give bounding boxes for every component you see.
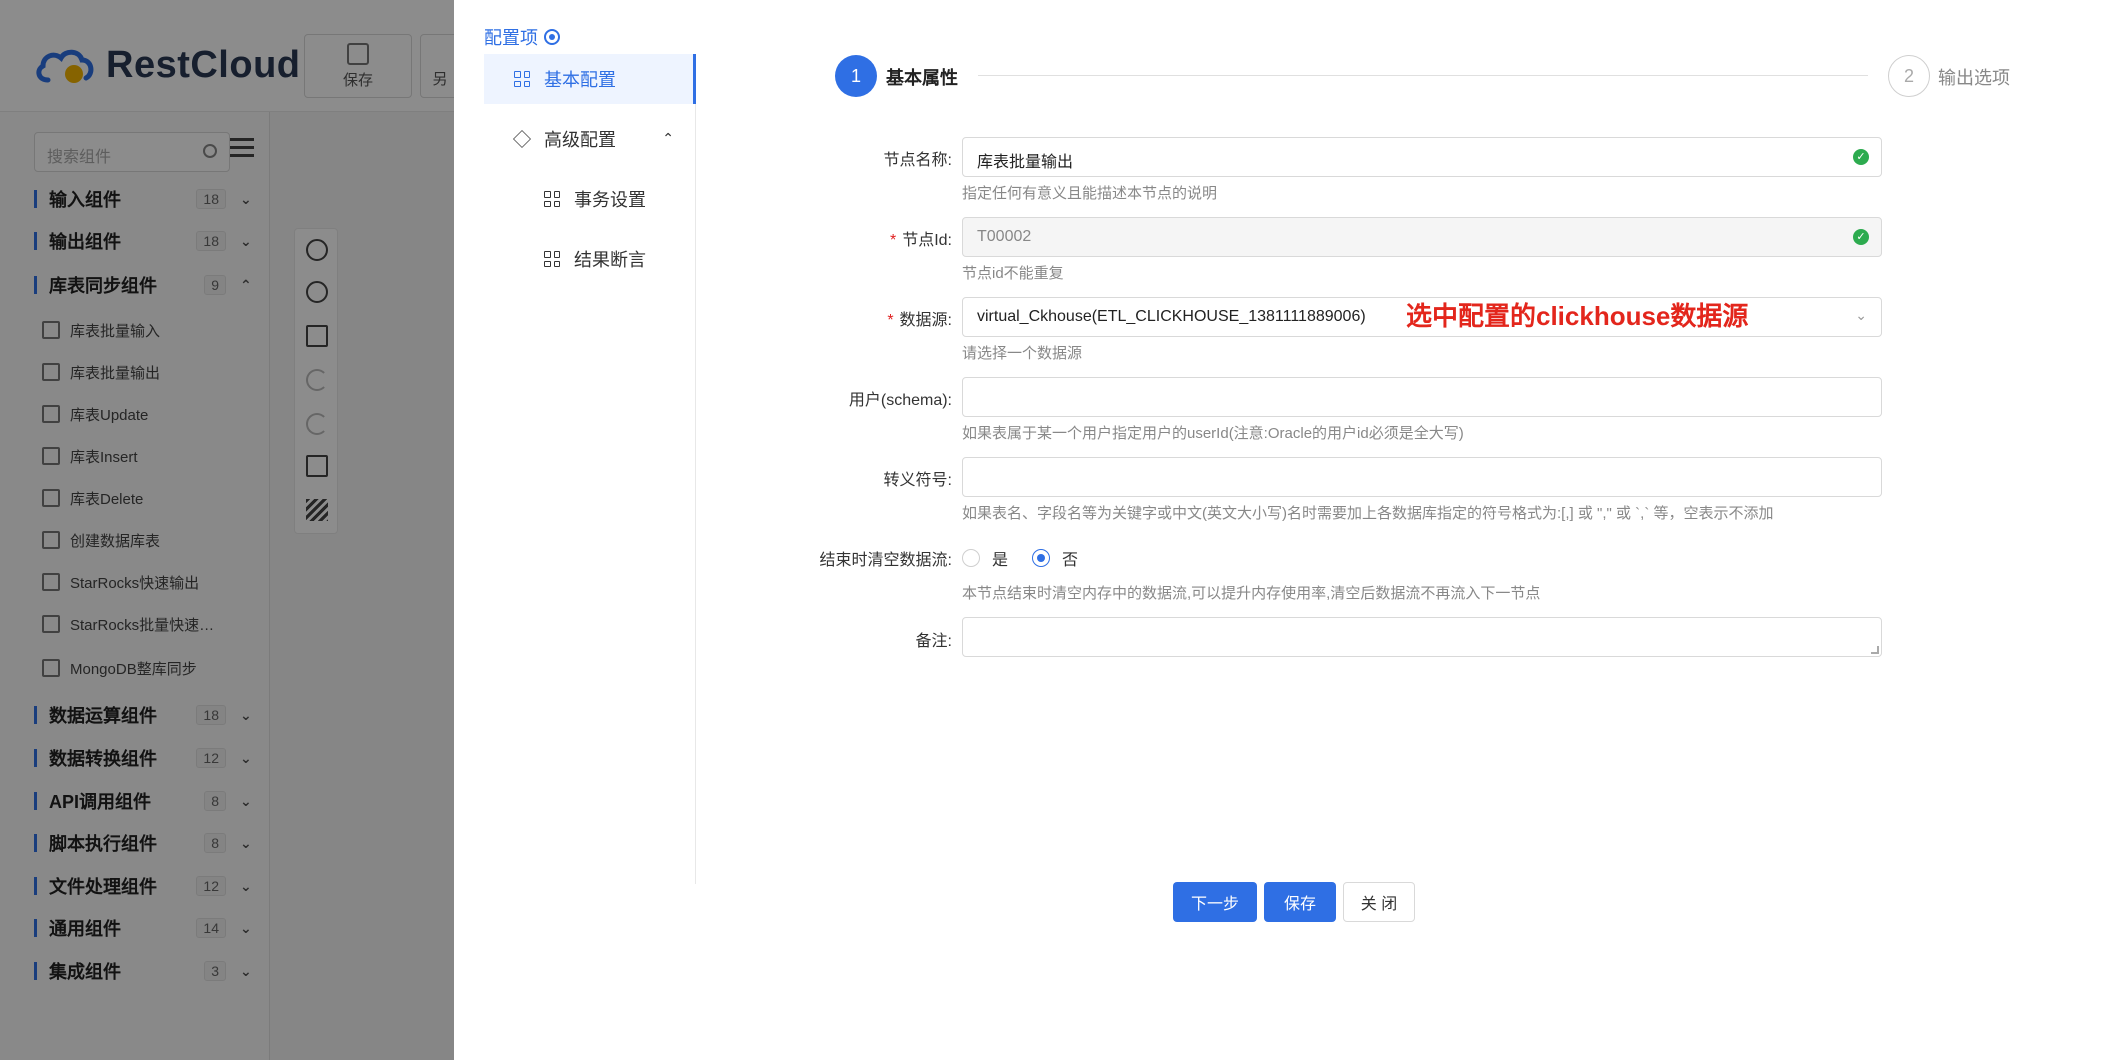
clear-stream-help: 本节点结束时清空内存中的数据流,可以提升内存使用率,清空后数据流不再流入下一节点 (962, 585, 1541, 602)
node-id-input[interactable]: T00002 ✓ (962, 217, 1882, 257)
modal-mask[interactable] (0, 0, 454, 1060)
grid-icon (514, 71, 530, 87)
node-id-help: 节点id不能重复 (962, 265, 1064, 282)
radio-yes-label[interactable]: 是 (992, 546, 1008, 570)
schema-label: 用户(schema): (848, 392, 952, 409)
check-circle-icon: ✓ (1853, 229, 1869, 245)
node-name-input[interactable]: 库表批量输出 ✓ (962, 137, 1882, 177)
step-2-label: 输出选项 (1938, 68, 2010, 88)
config-title: 配置项 (484, 24, 560, 50)
schema-help: 如果表属于某一个用户指定用户的userId(注意:Oracle的用户id必须是全… (962, 425, 1464, 442)
clear-stream-radio-group: 是 否 (962, 546, 1102, 570)
schema-input[interactable] (962, 377, 1882, 417)
radio-yes[interactable] (962, 549, 980, 567)
save-button[interactable]: 保存 (1264, 882, 1336, 922)
datasource-help: 请选择一个数据源 (962, 345, 1083, 362)
step-divider (978, 75, 1868, 76)
node-name-label: 节点名称: (883, 152, 952, 169)
node-id-label: * 节点Id: (889, 232, 952, 249)
datasource-label: * 数据源: (887, 312, 952, 329)
escape-label: 转义符号: (883, 472, 952, 489)
grid-icon (544, 251, 560, 267)
cube-icon (512, 129, 532, 149)
grid-icon (544, 191, 560, 207)
escape-input[interactable] (962, 457, 1882, 497)
step-1-indicator[interactable]: 1 (835, 55, 877, 97)
radio-no-label[interactable]: 否 (1062, 546, 1078, 570)
close-button[interactable]: 关 闭 (1343, 882, 1415, 922)
clear-stream-label: 结束时清空数据流: (819, 552, 952, 569)
nav-transaction-settings[interactable]: 事务设置 (484, 174, 696, 224)
target-icon[interactable] (544, 29, 560, 45)
chevron-up-icon: ⌃ (662, 130, 674, 146)
step-2-indicator[interactable]: 2 (1888, 55, 1930, 97)
chevron-down-icon: ⌄ (1855, 307, 1867, 323)
remark-label: 备注: (915, 633, 952, 650)
nav-basic-config[interactable]: 基本配置 (484, 54, 696, 104)
resize-handle-icon[interactable] (1871, 646, 1879, 654)
check-circle-icon: ✓ (1853, 149, 1869, 165)
radio-no[interactable] (1032, 549, 1051, 567)
remark-textarea[interactable] (962, 617, 1882, 657)
next-step-button[interactable]: 下一步 (1173, 882, 1257, 922)
escape-help: 如果表名、字段名等为关键字或中文(英文大小写)名时需要加上各数据库指定的符号格式… (962, 505, 1774, 522)
annotation-text: 选中配置的clickhouse数据源 (1406, 301, 1749, 331)
step-1-label: 基本属性 (886, 68, 958, 88)
node-name-help: 指定任何有意义且能描述本节点的说明 (962, 185, 1218, 202)
